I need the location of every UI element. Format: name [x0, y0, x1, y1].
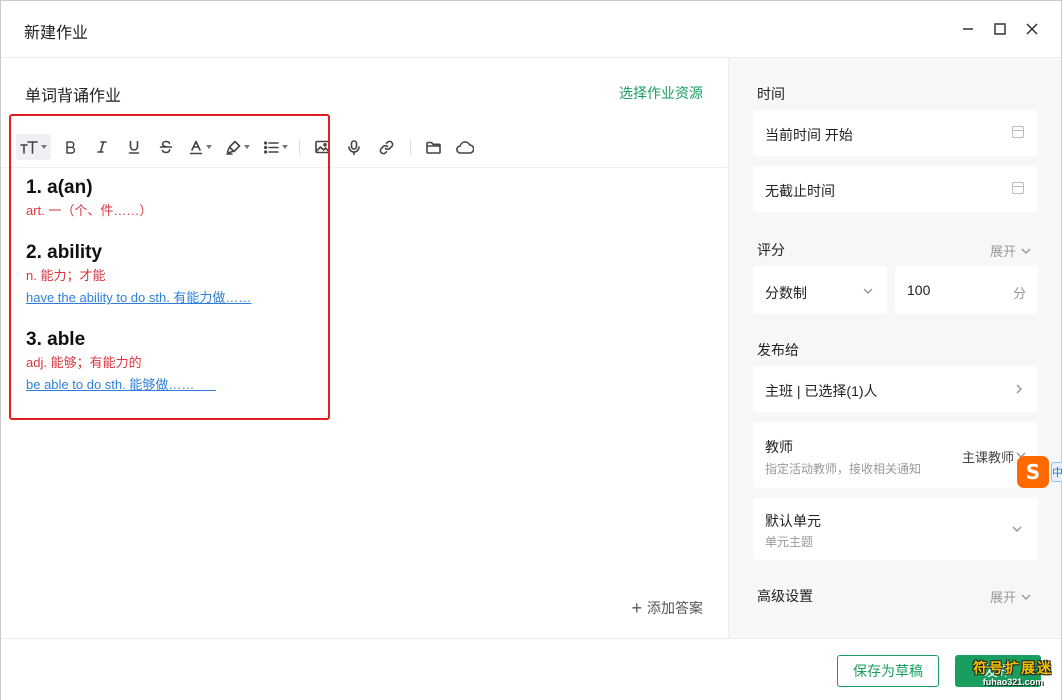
- font-color-button[interactable]: [189, 134, 212, 160]
- calendar-icon: [1012, 126, 1024, 138]
- word-example: be able to do sth. 能够做……: [26, 377, 217, 392]
- teacher-subtitle: 指定活动教师，接收相关通知: [765, 462, 922, 476]
- teacher-value: 主课教师: [961, 450, 1014, 465]
- image-icon: [314, 140, 330, 154]
- add-answer-button[interactable]: + 添加答案: [631, 598, 703, 618]
- score-unit: 分: [1012, 286, 1026, 301]
- insert-image-button[interactable]: [309, 134, 335, 160]
- select-resource-link[interactable]: 选择作业资源: [619, 83, 703, 103]
- watermark-url: fuhao321.com: [982, 677, 1044, 687]
- chevron-down-icon: [1021, 594, 1031, 600]
- italic-icon: [97, 141, 107, 153]
- editor-toolbar: [16, 132, 484, 162]
- toolbar-divider: [410, 139, 411, 155]
- insert-link-button[interactable]: [373, 134, 399, 160]
- score-system-value: 分数制: [765, 285, 807, 301]
- editor-panel: 单词背诵作业 选择作业资源 1. a(an) art. 一（个、件……） 2. …: [1, 58, 727, 638]
- minimize-icon: [963, 28, 973, 30]
- publish-to-label: 发布给: [757, 342, 799, 358]
- font-size-button[interactable]: [16, 134, 51, 160]
- start-time-picker[interactable]: 当前时间 开始: [753, 110, 1038, 156]
- score-label: 评分: [757, 242, 785, 258]
- insert-file-button[interactable]: [420, 134, 446, 160]
- maximize-icon: [994, 23, 1006, 35]
- advanced-expand-toggle[interactable]: 展开: [990, 587, 1031, 606]
- teacher-title: 教师: [765, 439, 793, 455]
- plus-icon: +: [631, 598, 642, 618]
- advanced-expand-label: 展开: [989, 590, 1016, 605]
- bold-button[interactable]: [57, 134, 83, 160]
- score-system-select[interactable]: 分数制: [753, 266, 887, 314]
- cloud-resource-button[interactable]: [452, 134, 478, 160]
- bold-icon: [66, 141, 76, 154]
- chevron-down-icon: [863, 288, 873, 294]
- highlight-button[interactable]: [226, 134, 250, 160]
- editor-content[interactable]: 1. a(an) art. 一（个、件……） 2. ability n. 能力；…: [26, 176, 326, 415]
- homework-title: 单词背诵作业: [25, 88, 122, 105]
- close-icon: [1026, 23, 1038, 35]
- unit-subtitle: 单元主题: [765, 535, 814, 549]
- score-value-input[interactable]: 100 分: [895, 266, 1038, 314]
- word-entry: 1. a(an) art. 一（个、件……）: [26, 176, 326, 222]
- save-draft-button[interactable]: 保存为草稿: [837, 655, 939, 687]
- font-size-icon: [20, 141, 38, 154]
- word-heading: 1. a(an): [26, 177, 93, 198]
- strikethrough-button[interactable]: [153, 134, 179, 160]
- toolbar-divider-line: [1, 167, 727, 168]
- unit-title: 默认单元: [765, 513, 821, 529]
- add-answer-label: 添加答案: [647, 600, 703, 616]
- end-time-picker[interactable]: 无截止时间: [753, 166, 1038, 212]
- minimize-button[interactable]: [956, 17, 980, 41]
- italic-button[interactable]: [89, 134, 115, 160]
- underline-icon: [128, 140, 140, 154]
- default-unit-select[interactable]: 默认单元 单元主题: [753, 498, 1038, 560]
- underline-button[interactable]: [121, 134, 147, 160]
- watermark-title: 符号扩展迷: [973, 660, 1053, 676]
- highlight-icon: [226, 140, 241, 155]
- dialog-footer: 保存为草稿 发布: [1, 638, 1061, 700]
- microphone-icon: [348, 139, 360, 155]
- homework-dialog: 新建作业 单词背诵作业 选择作业资源 1. a(an) art. 一（个、件………: [0, 0, 1062, 700]
- toolbar-divider: [299, 139, 300, 155]
- maximize-button[interactable]: [988, 17, 1012, 41]
- link-icon: [379, 140, 393, 154]
- font-color-icon: [189, 140, 203, 154]
- ime-language-indicator[interactable]: 中: [1051, 462, 1062, 482]
- teacher-select[interactable]: 教师 指定活动教师，接收相关通知 主课教师: [753, 422, 1038, 488]
- chevron-down-icon: [1021, 248, 1031, 254]
- word-meaning: adj. 能够；有能力的: [26, 355, 142, 370]
- calendar-icon: [1012, 182, 1024, 194]
- chevron-down-icon: [1012, 526, 1022, 532]
- close-button[interactable]: [1020, 17, 1044, 41]
- word-example: have the ability to do sth. 有能力做……: [26, 290, 252, 305]
- site-watermark: 符号扩展迷 fuhao321.com: [965, 661, 1061, 687]
- dialog-title: 新建作业: [24, 25, 89, 42]
- insert-audio-button[interactable]: [341, 134, 367, 160]
- chevron-right-icon: [1016, 384, 1022, 394]
- start-time-value: 当前时间 开始: [765, 127, 853, 143]
- word-entry: 3. able adj. 能够；有能力的 be able to do sth. …: [26, 328, 326, 396]
- publish-target-value: 主班 | 已选择(1)人: [765, 383, 878, 399]
- title-bar: 新建作业: [1, 1, 1061, 58]
- list-icon: [264, 140, 279, 154]
- score-expand-label: 展开: [989, 244, 1016, 259]
- word-meaning: n. 能力；才能: [26, 268, 106, 283]
- list-button[interactable]: [264, 134, 288, 160]
- settings-sidebar: 时间 当前时间 开始 无截止时间 评分 展开 分数制 100 分 发布给 主班 …: [728, 58, 1061, 638]
- end-time-value: 无截止时间: [765, 183, 835, 199]
- word-heading: 3. able: [26, 329, 86, 350]
- score-expand-toggle[interactable]: 展开: [990, 241, 1031, 260]
- folder-icon: [425, 141, 441, 154]
- word-meaning: art. 一（个、件……）: [26, 203, 153, 218]
- cloud-icon: [456, 140, 474, 154]
- word-heading: 2. ability: [26, 242, 103, 263]
- strikethrough-icon: [159, 140, 173, 154]
- score-value: 100: [907, 282, 931, 298]
- sogou-ime-icon[interactable]: S: [1017, 456, 1049, 488]
- word-entry: 2. ability n. 能力；才能 have the ability to …: [26, 241, 326, 309]
- time-label: 时间: [757, 86, 785, 102]
- publish-target-select[interactable]: 主班 | 已选择(1)人: [753, 366, 1038, 412]
- advanced-settings-label: 高级设置: [757, 588, 813, 604]
